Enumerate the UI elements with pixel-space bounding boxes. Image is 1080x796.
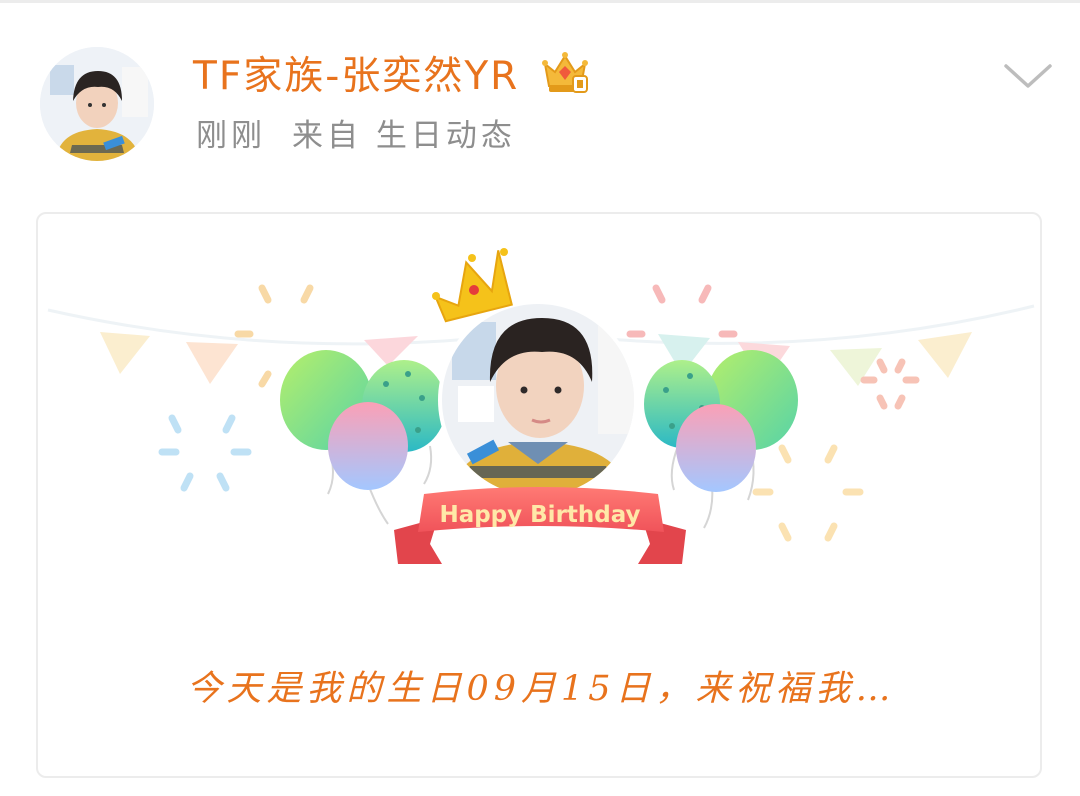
post-source[interactable]: 来自 生日动态 <box>292 118 516 154</box>
username-link[interactable]: TF家族-张奕然YR <box>193 50 519 104</box>
balloons-left <box>280 350 446 525</box>
banner-text: Happy Birthday <box>439 502 640 528</box>
post-time: 刚刚 <box>196 118 266 154</box>
birthday-illustration: Happy Birthday <box>47 248 1035 564</box>
post-meta: 刚刚 来自 生日动态 <box>196 114 516 158</box>
chevron-down-icon[interactable] <box>1002 60 1054 94</box>
bunting-flag <box>186 342 238 384</box>
birthday-greeting: 今天是我的生日09月15日，来祝福我… <box>186 669 896 709</box>
crown-vip-badge-icon[interactable] <box>541 50 589 96</box>
happy-birthday-ribbon: Happy Birthday <box>394 487 686 564</box>
avatar-photo <box>40 47 154 161</box>
bunting-flag <box>918 332 972 378</box>
top-divider <box>0 0 1080 3</box>
balloons-right <box>644 350 798 529</box>
birthday-card[interactable]: Happy Birthday 今天是我的生日09月15日，来祝福我… <box>36 212 1042 778</box>
bunting-flag <box>100 332 150 374</box>
birthday-photo <box>438 300 638 500</box>
user-avatar[interactable] <box>40 47 154 161</box>
